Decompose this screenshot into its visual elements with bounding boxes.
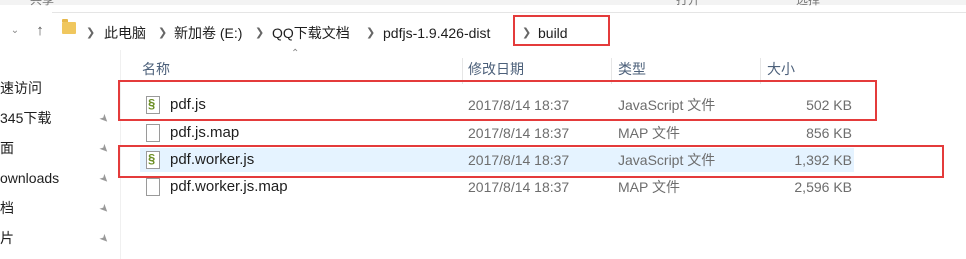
pin-icon[interactable]: ➤ [94, 169, 114, 189]
address-bar[interactable]: ❯ 此电脑 ❯ 新加卷 (E:) ❯ QQ下载文档 ❯ pdfjs-1.9.42… [52, 12, 966, 51]
highlight-box-build [513, 15, 610, 46]
ribbon-label-select[interactable]: 选择 [796, 0, 820, 8]
file-type: MAP 文件 [618, 179, 680, 195]
breadcrumb-qq-docs[interactable]: QQ下载文档 [272, 23, 350, 43]
folder-icon [62, 19, 76, 34]
file-row[interactable]: pdf.worker.js.map 2017/8/14 18:37 MAP 文件… [140, 175, 854, 199]
pin-icon[interactable]: ➤ [94, 139, 114, 159]
ribbon-strip: 共享 打开 选择 [0, 0, 966, 8]
file-name: pdf.js.map [170, 124, 240, 141]
breadcrumb-pdfjs-dist[interactable]: pdfjs-1.9.426-dist [383, 23, 490, 43]
chevron-right-icon[interactable]: ❯ [158, 23, 167, 43]
highlight-box-pdf-worker-js [118, 145, 944, 178]
file-icon [146, 124, 160, 142]
chevron-right-icon[interactable]: ❯ [86, 23, 95, 43]
nav-item-downloads[interactable]: ownloads [0, 166, 59, 190]
chevron-right-icon[interactable]: ❯ [366, 23, 375, 43]
column-header-date[interactable]: 修改日期 [468, 56, 524, 82]
ribbon-label-share[interactable]: 共享 [30, 0, 54, 8]
recent-locations-chevron-icon[interactable]: ⌄ [4, 20, 26, 42]
column-header-name[interactable]: 名称 [142, 56, 170, 82]
breadcrumb-drive-e[interactable]: 新加卷 (E:) [174, 23, 242, 43]
nav-item-documents[interactable]: 档 [0, 196, 14, 220]
nav-item-pictures[interactable]: 片 [0, 226, 14, 250]
ribbon-label-open[interactable]: 打开 [676, 0, 700, 8]
pin-icon[interactable]: ➤ [94, 199, 114, 219]
column-header-type[interactable]: 类型 [618, 56, 646, 82]
file-size: 856 KB [806, 125, 852, 141]
sort-ascending-icon: ⌃ [291, 48, 300, 59]
file-date: 2017/8/14 18:37 [468, 179, 570, 195]
file-icon [146, 178, 160, 196]
up-arrow-icon[interactable]: ↑ [30, 20, 50, 42]
chevron-right-icon[interactable]: ❯ [255, 23, 264, 43]
nav-item-desktop[interactable]: 面 [0, 136, 14, 160]
file-date: 2017/8/14 18:37 [468, 125, 570, 141]
pin-icon[interactable]: ➤ [94, 229, 114, 249]
breadcrumb-this-pc[interactable]: 此电脑 [104, 23, 146, 43]
pin-icon[interactable]: ➤ [94, 109, 114, 129]
nav-item-quick-access[interactable]: 速访问 [0, 76, 42, 100]
highlight-box-pdf-js [118, 80, 877, 121]
file-type: MAP 文件 [618, 125, 680, 141]
file-size: 2,596 KB [794, 179, 852, 195]
navigation-pane: 速访问 345下载 ➤ 面 ➤ ownloads ➤ 档 ➤ 片 ➤ [0, 50, 120, 259]
nav-item-2345-downloads[interactable]: 345下载 [0, 106, 51, 130]
file-name: pdf.worker.js.map [170, 178, 288, 195]
file-row[interactable]: pdf.js.map 2017/8/14 18:37 MAP 文件 856 KB [140, 121, 854, 145]
column-header-size[interactable]: 大小 [767, 56, 795, 82]
